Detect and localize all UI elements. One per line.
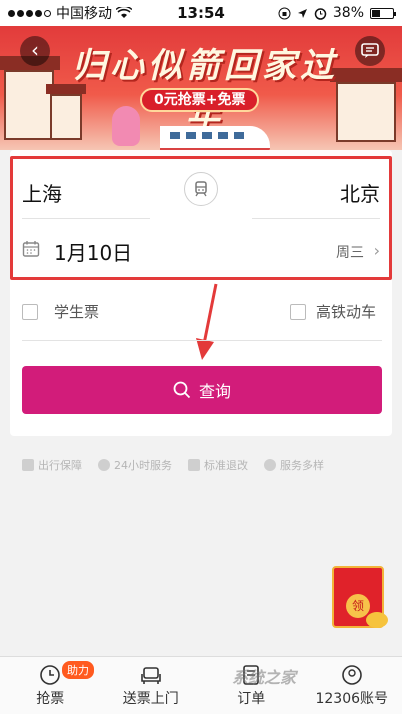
house-illustration (336, 82, 396, 142)
tab-grab-ticket[interactable]: 抢票 助力 (0, 657, 101, 714)
alarm-icon (314, 7, 327, 20)
back-button[interactable]: ‹ (20, 36, 50, 66)
divider (252, 218, 380, 219)
student-ticket-label[interactable]: 学生票 (54, 301, 99, 322)
high-speed-checkbox[interactable] (290, 304, 306, 320)
grid-icon (264, 459, 276, 471)
account-icon (341, 664, 362, 685)
assist-badge: 助力 (62, 661, 94, 679)
sofa-icon (140, 666, 161, 684)
clock-icon (98, 459, 110, 471)
chat-bubble-icon (361, 43, 379, 58)
refund-icon (188, 459, 200, 471)
bottom-tab-bar: 抢票 助力 送票上门 订单 12306账号 (0, 656, 402, 714)
train-icon (195, 181, 207, 197)
watermark-text: 系统之家 (232, 668, 297, 687)
pointer-arrow-annotation (196, 283, 218, 360)
battery-percent: 38% (332, 5, 364, 21)
banner-title: 归心似箭回家过年 (72, 46, 338, 135)
carrier-name: 中国移动 (56, 6, 112, 22)
tab-12306-account[interactable]: 12306账号 (302, 657, 402, 714)
arrival-station[interactable]: 北京 (340, 178, 380, 207)
coins-decoration (366, 612, 388, 628)
calendar-icon (22, 241, 40, 257)
departure-date[interactable]: 1月10日 (54, 237, 132, 266)
status-bar: 中国移动 13:54 38% (0, 0, 402, 26)
service-features: 出行保障 24小时服务 标准退改 服务多样 (22, 455, 382, 475)
shield-icon (22, 459, 34, 471)
weekday-label: 周三 (336, 245, 364, 261)
high-speed-label[interactable]: 高铁动车 (316, 301, 376, 322)
battery-icon (370, 7, 396, 19)
location-icon (297, 8, 307, 18)
feature-item: 24小时服务 (98, 457, 172, 473)
tab-label: 订单 (237, 690, 266, 707)
query-button[interactable]: 查询 (22, 366, 382, 414)
departure-station[interactable]: 上海 (22, 178, 62, 207)
clock-icon (40, 664, 61, 685)
tab-label: 抢票 (36, 690, 65, 707)
tab-ticket-delivery[interactable]: 送票上门 (101, 657, 202, 714)
signal-strength-icon (8, 9, 51, 17)
search-icon (173, 381, 191, 399)
swap-stations-button[interactable] (184, 172, 218, 206)
divider (22, 340, 382, 341)
divider (22, 218, 150, 219)
envelope-label: 领 (346, 594, 370, 618)
message-button[interactable] (355, 36, 385, 66)
query-button-label: 查询 (198, 382, 231, 401)
feature-item: 出行保障 (22, 457, 82, 473)
chevron-right-icon: › (373, 241, 380, 260)
tab-label: 送票上门 (122, 690, 179, 707)
house-illustration (4, 70, 54, 140)
feature-item: 服务多样 (264, 457, 324, 473)
banner-badge: 0元抢票+免票 (140, 88, 260, 112)
ticket-search-card: 上海 北京 1月10日 周三 › 学生票 高铁动车 查询 (10, 150, 392, 436)
train-illustration (160, 126, 270, 150)
mascot-illustration (112, 106, 140, 146)
promo-banner[interactable]: 归心似箭回家过年 0元抢票+免票 (0, 26, 402, 150)
tab-label: 12306账号 (315, 690, 389, 707)
feature-item: 标准退改 (188, 457, 248, 473)
chevron-left-icon: ‹ (31, 38, 39, 62)
student-ticket-checkbox[interactable] (22, 304, 38, 320)
wifi-icon (116, 7, 132, 18)
orientation-lock-icon (278, 7, 291, 19)
